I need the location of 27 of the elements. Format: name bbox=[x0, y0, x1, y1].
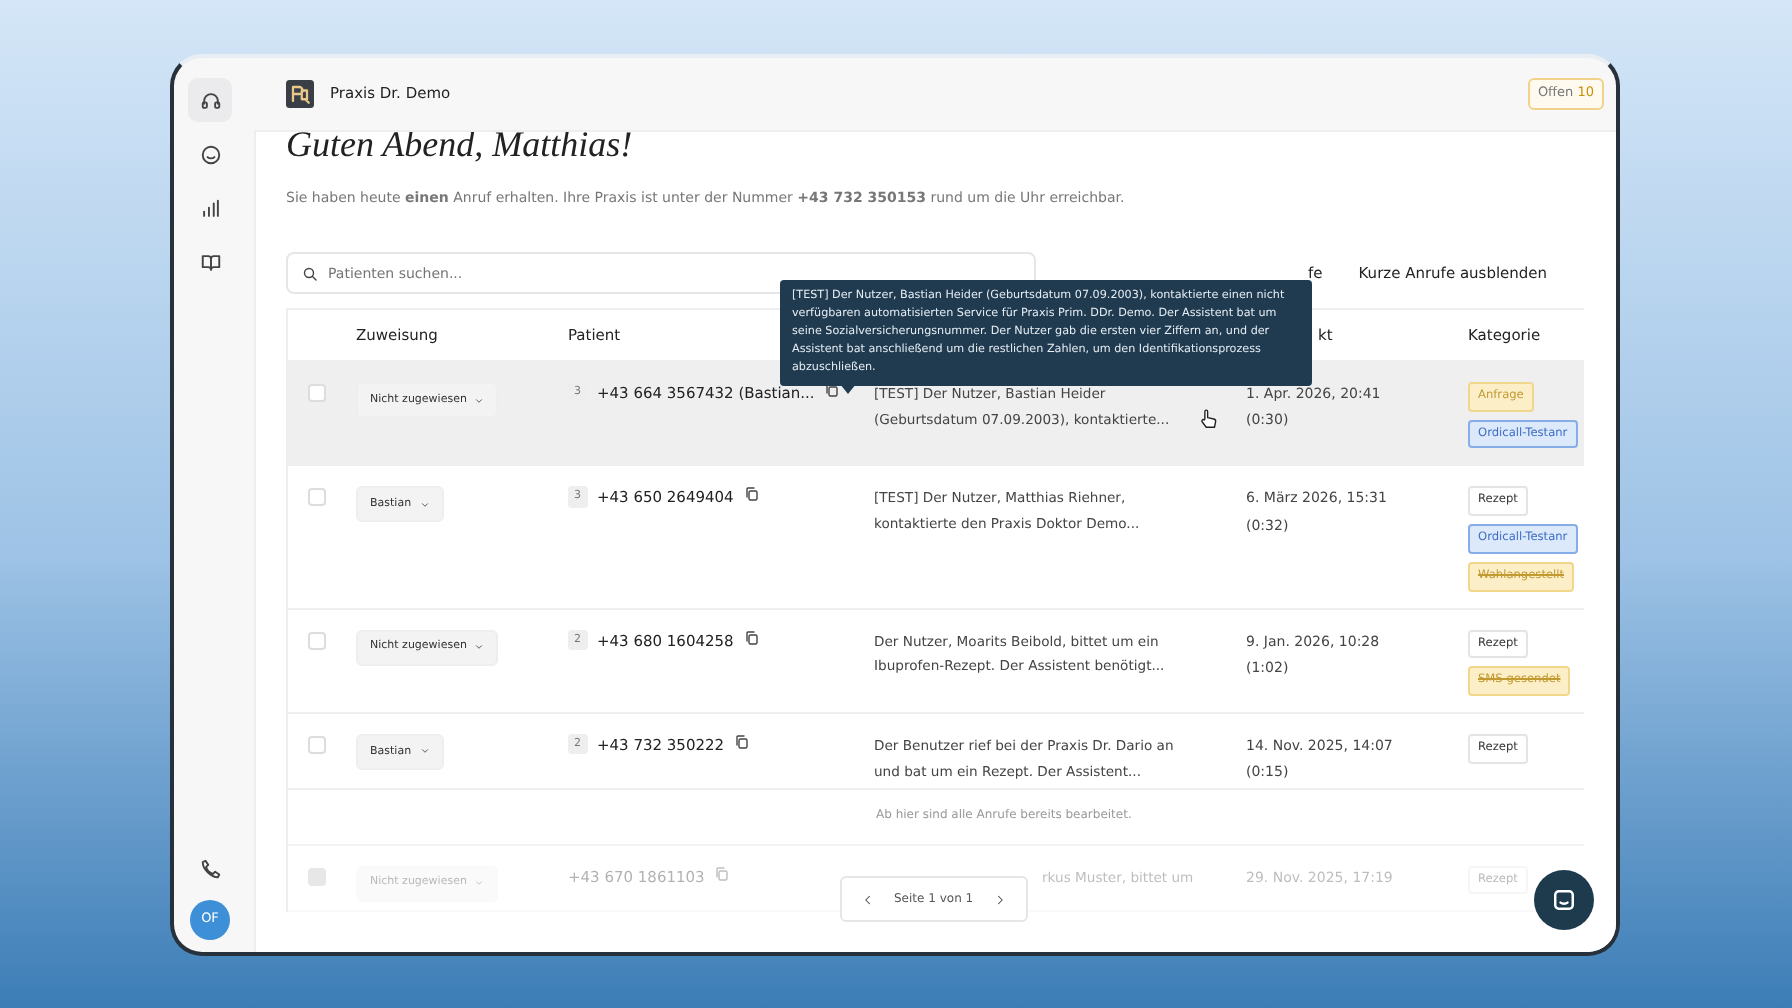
chat-icon bbox=[1550, 886, 1578, 914]
headset-icon bbox=[199, 89, 221, 111]
row-checkbox[interactable] bbox=[308, 867, 326, 885]
caret-icon bbox=[419, 746, 430, 757]
row-checkbox[interactable] bbox=[308, 631, 326, 650]
caret-icon bbox=[419, 499, 430, 510]
copy-icon[interactable] bbox=[743, 629, 760, 646]
copy-icon[interactable] bbox=[734, 733, 751, 750]
phone-icon bbox=[199, 857, 221, 879]
smiley-icon bbox=[199, 143, 221, 165]
row-checkbox[interactable] bbox=[308, 735, 326, 754]
bar-chart-icon bbox=[199, 197, 221, 219]
copy-icon[interactable] bbox=[824, 382, 841, 399]
tooltip-pointer bbox=[840, 384, 856, 394]
copy-icon[interactable] bbox=[743, 486, 760, 503]
row-checkbox[interactable] bbox=[308, 384, 326, 403]
headset-nav-item[interactable] bbox=[188, 78, 232, 122]
search-icon bbox=[302, 265, 318, 282]
hand-cursor-icon bbox=[1198, 406, 1220, 432]
caret-icon bbox=[474, 878, 485, 888]
caret-icon bbox=[474, 395, 485, 406]
previous-page-icon[interactable] bbox=[862, 893, 874, 905]
book-icon bbox=[199, 251, 221, 273]
next-page-icon[interactable] bbox=[993, 893, 1006, 905]
practice-logo-icon bbox=[286, 80, 314, 108]
caret-icon bbox=[474, 642, 485, 653]
row-checkbox[interactable] bbox=[308, 488, 326, 507]
